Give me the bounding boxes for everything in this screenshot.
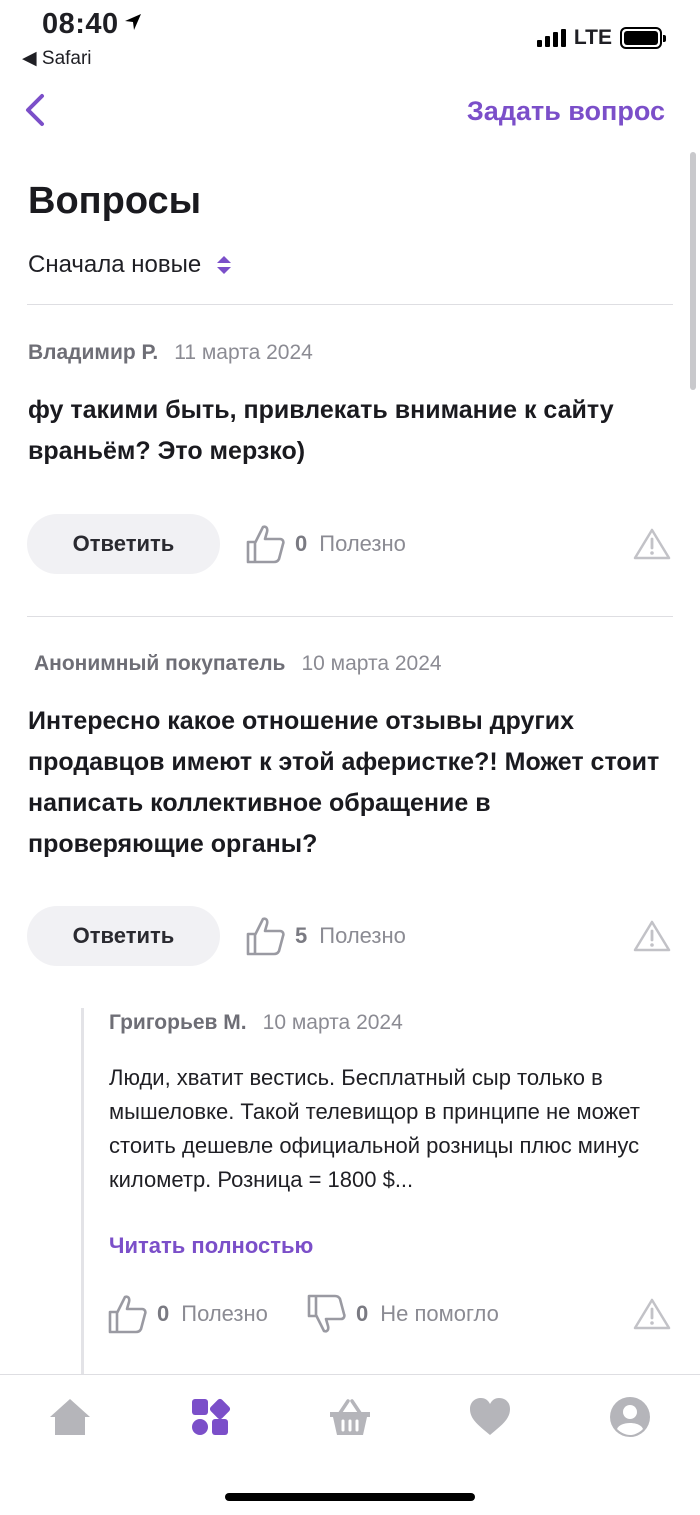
status-indicators: LTE xyxy=(536,26,666,50)
thumbs-down-icon xyxy=(307,1294,346,1333)
home-indicator[interactable] xyxy=(225,1493,475,1501)
divider xyxy=(27,304,673,305)
sort-updown-icon xyxy=(217,256,232,274)
home-icon[interactable] xyxy=(48,1395,92,1439)
network-label: LTE xyxy=(573,26,612,49)
signal-icon xyxy=(536,29,566,47)
not-helpful-count: 0 xyxy=(356,1301,369,1326)
useful-label: Полезно xyxy=(181,1301,268,1326)
back-chevron-icon[interactable] xyxy=(18,90,58,130)
report-warning-icon[interactable] xyxy=(633,919,671,953)
thumbs-up-icon xyxy=(246,917,285,956)
catalog-icon[interactable] xyxy=(188,1395,232,1439)
answer-meta: Григорьев М. 10 марта 2024 xyxy=(109,1011,403,1035)
sort-selector[interactable]: Сначала новые xyxy=(28,251,233,279)
status-back-to-safari[interactable]: ◀ Safari xyxy=(22,47,92,70)
thumbs-up-icon xyxy=(108,1295,147,1334)
divider xyxy=(27,616,673,617)
location-arrow-icon xyxy=(124,14,141,30)
question-author: Владимир Р. xyxy=(28,341,159,364)
reply-button[interactable]: Ответить xyxy=(27,906,220,966)
answer-text: Люди, хватит вестись. Бесплатный сыр тол… xyxy=(109,1065,640,1192)
not-helpful-label: Не помогло xyxy=(380,1301,499,1326)
question-author: Анонимный покупатель xyxy=(34,652,286,675)
basket-icon[interactable] xyxy=(328,1395,372,1439)
answer-author: Григорьев М. xyxy=(109,1011,247,1034)
useful-label: Полезно xyxy=(319,923,406,948)
answer-thread-line xyxy=(81,1008,84,1378)
report-warning-icon[interactable] xyxy=(633,527,671,561)
question-date: 10 марта 2024 xyxy=(301,652,442,675)
question-meta: Владимир Р. 11 марта 2024 xyxy=(28,341,313,365)
page-title: Вопросы xyxy=(28,180,202,222)
sort-label: Сначала новые xyxy=(28,251,202,278)
status-time-text: 08:40 xyxy=(42,8,119,40)
read-more-link[interactable]: Читать полностью xyxy=(109,1233,313,1259)
scrollbar[interactable] xyxy=(690,152,696,390)
question-date: 11 марта 2024 xyxy=(174,341,313,364)
profile-icon[interactable] xyxy=(608,1395,652,1439)
useful-button[interactable]: 0 Полезно xyxy=(245,523,406,565)
useful-label: Полезно xyxy=(319,531,406,556)
useful-count: 0 xyxy=(157,1301,170,1326)
question-meta: Анонимный покупатель 10 марта 2024 xyxy=(34,652,442,676)
useful-button[interactable]: 0 Полезно xyxy=(107,1293,268,1335)
report-warning-icon[interactable] xyxy=(633,1297,671,1331)
not-helpful-button[interactable]: 0 Не помогло xyxy=(306,1293,499,1335)
thumbs-up-icon xyxy=(246,525,285,564)
useful-count: 0 xyxy=(295,531,308,556)
question-text: фу такими быть, привлекать внимание к са… xyxy=(28,396,614,465)
useful-button[interactable]: 5 Полезно xyxy=(245,915,406,957)
useful-count: 5 xyxy=(295,923,308,948)
heart-icon[interactable] xyxy=(468,1395,512,1439)
answer-date: 10 марта 2024 xyxy=(262,1011,403,1034)
status-time: 08:40 xyxy=(42,8,143,41)
battery-icon xyxy=(620,27,666,49)
question-text: Интересно какое отношение отзывы других … xyxy=(28,707,660,858)
ask-question-link[interactable]: Задать вопрос xyxy=(467,96,665,127)
reply-button[interactable]: Ответить xyxy=(27,514,220,574)
